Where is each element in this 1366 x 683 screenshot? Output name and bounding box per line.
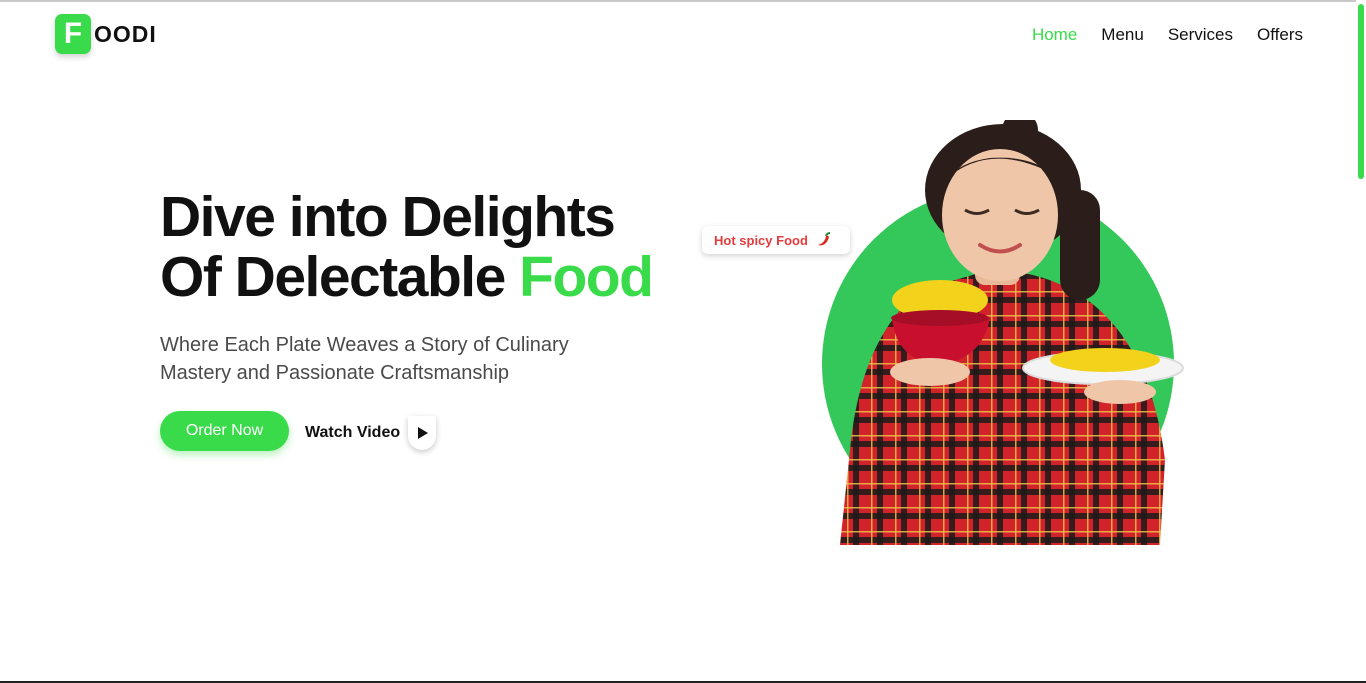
plate-noodles bbox=[1050, 348, 1160, 372]
nav-services[interactable]: Services bbox=[1168, 25, 1233, 45]
left-hand bbox=[890, 358, 970, 386]
main-nav: Home Menu Services Offers bbox=[1032, 25, 1303, 45]
page-scrollbar[interactable] bbox=[1356, 0, 1366, 683]
scroll-thumb[interactable] bbox=[1358, 4, 1364, 179]
right-hand bbox=[1084, 380, 1156, 404]
nav-menu[interactable]: Menu bbox=[1101, 25, 1144, 45]
order-now-button[interactable]: Order Now bbox=[160, 411, 289, 451]
hero-title: Dive into Delights Of Delectable Food bbox=[160, 185, 654, 309]
chili-pepper-icon bbox=[817, 232, 830, 246]
play-icon[interactable] bbox=[408, 416, 437, 450]
hero-subtitle: Where Each Plate Weaves a Story of Culin… bbox=[160, 334, 569, 384]
hero-title-accent: Food bbox=[519, 245, 654, 309]
badge-text: Hot spicy Food bbox=[714, 232, 808, 248]
nav-offers[interactable]: Offers bbox=[1257, 25, 1303, 45]
logo-mark: F bbox=[55, 14, 91, 54]
hero-title-line1: Dive into Delights bbox=[160, 185, 616, 249]
nav-home[interactable]: Home bbox=[1032, 25, 1077, 45]
watch-video-label: Watch Video bbox=[305, 424, 401, 441]
top-border bbox=[0, 0, 1366, 2]
watch-video-button[interactable]: Watch Video bbox=[305, 416, 437, 450]
hot-spicy-badge: Hot spicy Food bbox=[702, 226, 850, 254]
logo[interactable]: F OODI bbox=[55, 14, 157, 54]
hero-image bbox=[822, 120, 1184, 545]
hero-title-line2: Of Delectable bbox=[160, 245, 520, 309]
logo-text: OODI bbox=[94, 20, 157, 47]
